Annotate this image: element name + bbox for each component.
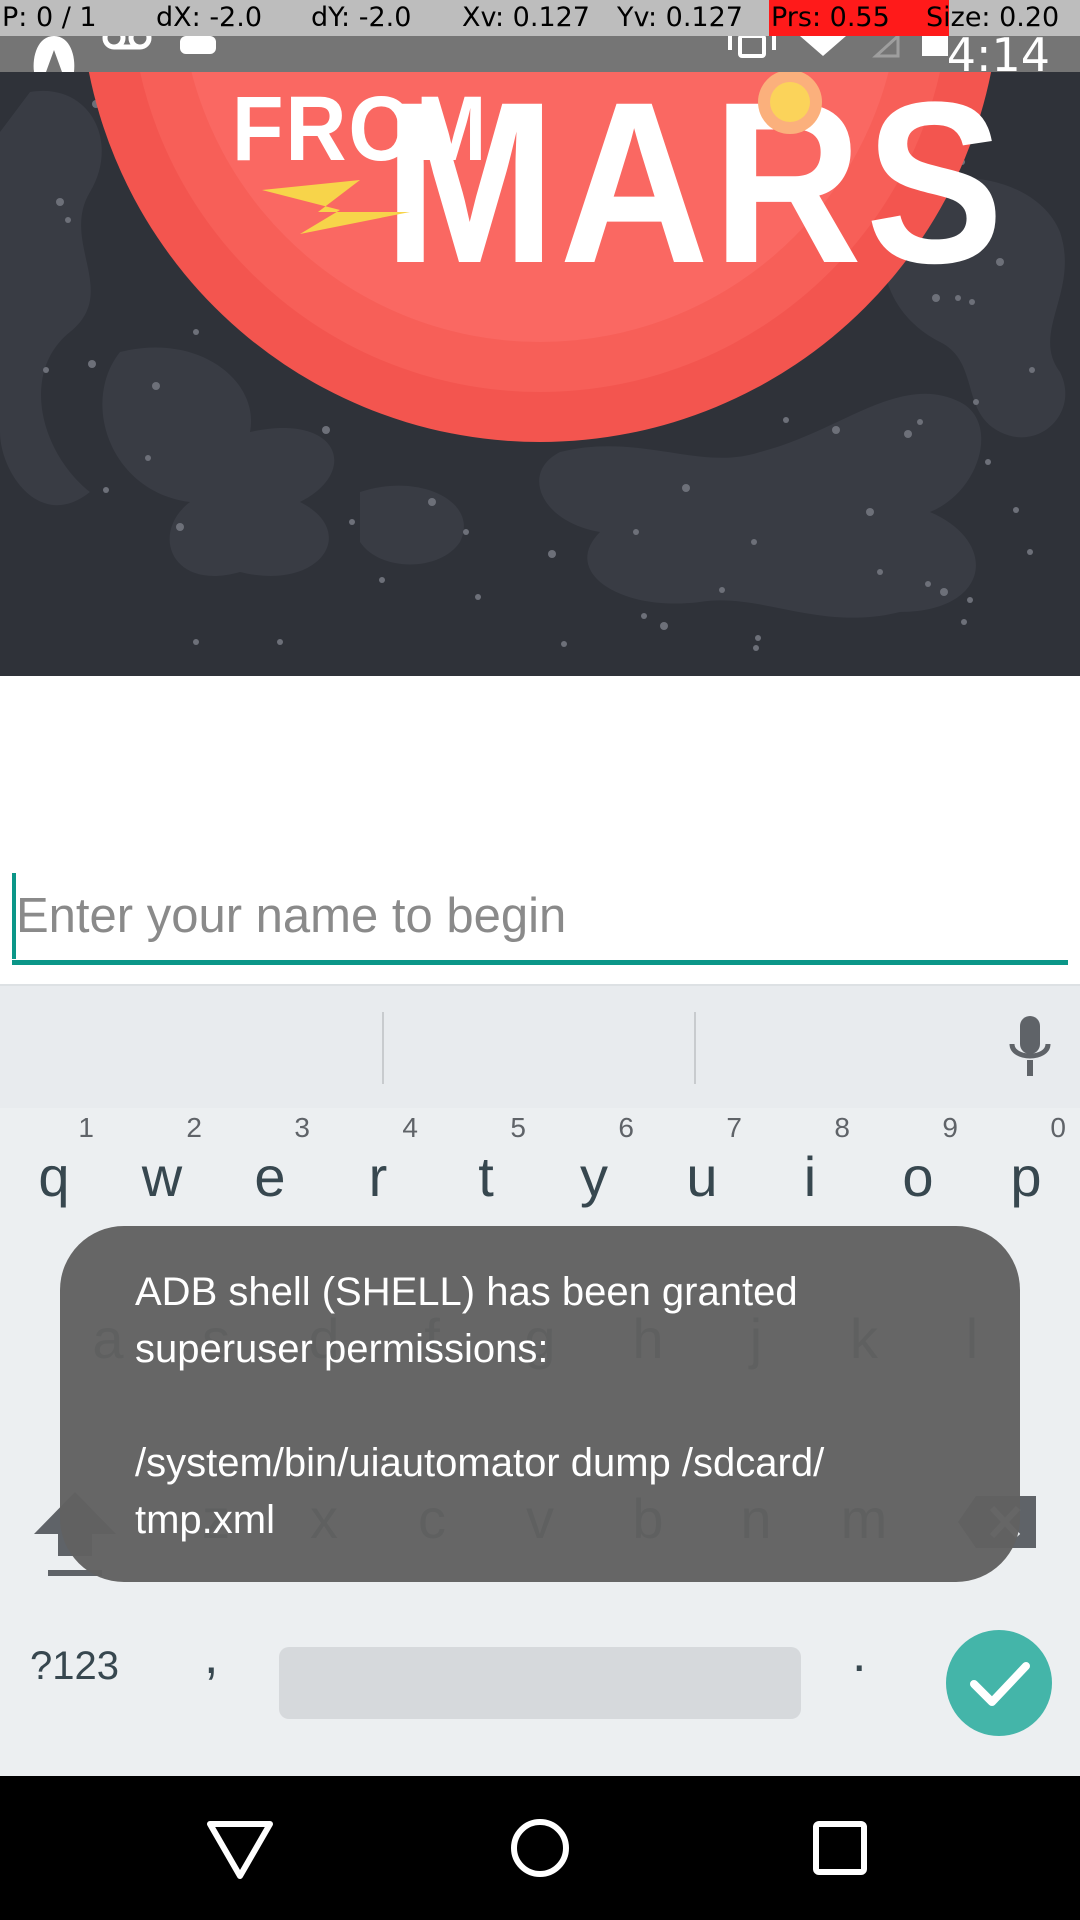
clock: 4:14 [946, 28, 1050, 82]
key-p[interactable]: 0p [972, 1108, 1080, 1208]
key-w[interactable]: 2w [108, 1108, 216, 1208]
voicemail-icon [102, 36, 152, 50]
cell-signal-icon [872, 36, 900, 58]
key-hint: 1 [78, 1112, 94, 1143]
key-label: p [1010, 1145, 1042, 1208]
key-q[interactable]: 1q [0, 1108, 108, 1208]
key-hint: 4 [402, 1112, 418, 1143]
svg-text:MARS: MARS [383, 72, 1007, 311]
name-input[interactable] [12, 873, 1072, 959]
wifi-icon [800, 36, 846, 56]
suggestion-divider [694, 1012, 696, 1084]
suggestion-strip [0, 984, 1080, 1108]
key-hint: 6 [618, 1112, 634, 1143]
navigation-bar [0, 1776, 1080, 1920]
key-hint: 3 [294, 1112, 310, 1143]
key-hint: 8 [834, 1112, 850, 1143]
key-label: w [141, 1145, 183, 1208]
touch-size: Size: 0.20 [924, 0, 1080, 36]
name-input-field[interactable] [12, 873, 1072, 965]
key-label: t [478, 1145, 494, 1208]
velocity-x: Xv: 0.127 [462, 2, 590, 33]
comma-key[interactable]: , [204, 1626, 218, 1686]
key-label: e [254, 1145, 286, 1208]
app-notification-icon [33, 36, 75, 72]
key-r[interactable]: 4r [324, 1108, 432, 1208]
key-e[interactable]: 3e [216, 1108, 324, 1208]
status-bar: 4:14 [0, 28, 1080, 82]
android-icon [180, 36, 216, 54]
mars-illustration: FROM MARS [0, 72, 1066, 651]
toast-message: ADB shell (SHELL) has been granted super… [135, 1270, 825, 1542]
key-i[interactable]: 8i [756, 1108, 864, 1208]
delta-x: dX: -2.0 [156, 2, 262, 33]
key-label: u [686, 1145, 718, 1208]
back-icon[interactable] [204, 1812, 276, 1884]
symbols-key[interactable]: ?123 [30, 1644, 119, 1689]
pointer-count: P: 0 / 1 [2, 2, 97, 33]
key-hint: 5 [510, 1112, 526, 1143]
check-icon [970, 1662, 1030, 1706]
superuser-toast: ADB shell (SHELL) has been granted super… [60, 1226, 1020, 1582]
suggestion-divider [382, 1012, 384, 1084]
key-u[interactable]: 7u [648, 1108, 756, 1208]
key-t[interactable]: 5t [432, 1108, 540, 1208]
pressure: Prs: 0.55 [769, 0, 924, 36]
hero-artwork: FROM MARS [0, 72, 1080, 676]
key-hint: 0 [1050, 1112, 1066, 1143]
key-y[interactable]: 6y [540, 1108, 648, 1208]
key-label: y [580, 1145, 608, 1208]
key-hint: 7 [726, 1112, 742, 1143]
pointer-location-overlay: P: 0 / 1 dX: -2.0 dY: -2.0 Xv: 0.127 Yv:… [0, 0, 1080, 36]
home-icon[interactable] [504, 1812, 576, 1884]
recents-icon[interactable] [804, 1812, 876, 1884]
vibrate-icon [728, 36, 776, 58]
key-label: r [368, 1145, 388, 1208]
key-hint: 9 [942, 1112, 958, 1143]
velocity-y: Yv: 0.127 [617, 2, 743, 33]
microphone-icon[interactable] [1008, 1016, 1052, 1080]
enter-key[interactable] [946, 1630, 1052, 1736]
key-o[interactable]: 9o [864, 1108, 972, 1208]
key-label: q [38, 1145, 70, 1208]
key-label: o [902, 1145, 934, 1208]
delta-y: dY: -2.0 [311, 2, 412, 33]
key-hint: 2 [186, 1112, 202, 1143]
period-key[interactable]: . [852, 1624, 866, 1684]
key-label: i [803, 1145, 817, 1208]
space-bar[interactable] [279, 1647, 801, 1719]
